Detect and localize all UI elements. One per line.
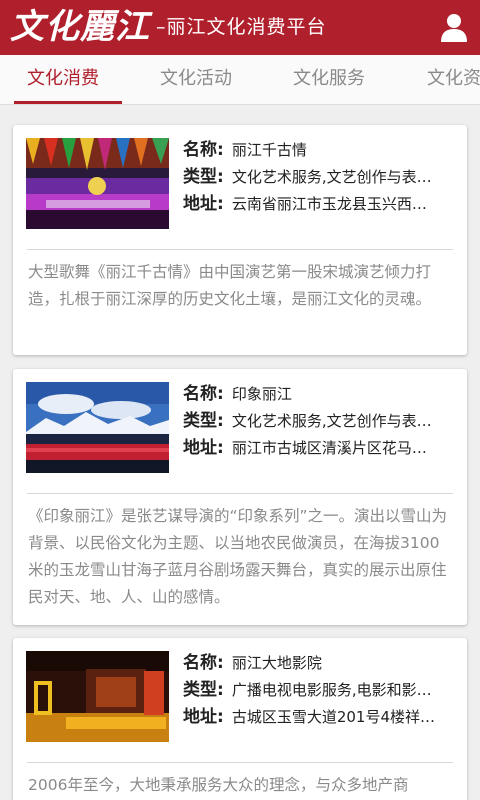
venue-address: 丽江市古城区清溪片区花马… [231,439,427,457]
app-logo: 文化麗江 [10,7,150,47]
venue-info: 名称: 丽江千古情 类型: 文化艺术服务,文艺创作与表… 地址: 云南省丽江市玉… [183,137,453,218]
card-divider [27,249,453,250]
venue-name-row: 名称: 丽江大地影院 [183,650,453,677]
card-divider [27,762,453,763]
venue-description: 《印象丽江》是张艺谋导演的“印象系列”之一。演出以雪山为背景、以民俗文化为主题、… [28,507,448,606]
card-divider [27,493,453,494]
address-label: 地址: [183,707,224,727]
venue-info: 名称: 印象丽江 类型: 文化艺术服务,文艺创作与表… 地址: 丽江市古城区清溪… [183,381,453,462]
venue-description: 2006年至今，大地秉承服务大众的理念，与众多地产商 [28,776,409,794]
venue-address-row: 地址: 云南省丽江市玉龙县玉兴西… [183,191,453,218]
venue-type-row: 类型: 广播电视电影服务,电影和影… [183,677,453,704]
venue-name-row: 名称: 印象丽江 [183,381,453,408]
tab-culture-consumption[interactable]: 文化消费 [27,55,99,104]
venue-info: 名称: 丽江大地影院 类型: 广播电视电影服务,电影和影… 地址: 古城区玉雪大… [183,650,453,731]
venue-address: 云南省丽江市玉龙县玉兴西… [231,195,427,213]
venue-address-row: 地址: 古城区玉雪大道201号4楼祥… [183,704,453,731]
name-label: 名称: [183,140,224,160]
venue-name: 印象丽江 [231,385,292,403]
venue-type: 文化艺术服务,文艺创作与表… [231,412,432,430]
address-label: 地址: [183,438,224,458]
venue-address-row: 地址: 丽江市古城区清溪片区花马… [183,435,453,462]
type-label: 类型: [183,411,224,431]
app-header: 文化麗江 –丽江文化消费平台 [0,0,480,55]
venue-type: 文化艺术服务,文艺创作与表… [231,168,432,186]
type-label: 类型: [183,167,224,187]
venue-card[interactable]: 名称: 丽江千古情 类型: 文化艺术服务,文艺创作与表… 地址: 云南省丽江市玉… [13,125,467,355]
venue-type-row: 类型: 文化艺术服务,文艺创作与表… [183,408,453,435]
venue-address: 古城区玉雪大道201号4楼祥… [231,708,435,726]
user-icon[interactable] [438,11,470,43]
category-tabs: 文化消费 文化活动 文化服务 文化资 [0,55,480,105]
venue-name: 丽江千古情 [231,141,307,159]
tab-culture-activities[interactable]: 文化活动 [160,55,232,104]
name-label: 名称: [183,653,224,673]
tab-culture-resources[interactable]: 文化资 [427,55,480,104]
tab-culture-services[interactable]: 文化服务 [293,55,365,104]
venue-description: 大型歌舞《丽江千古情》由中国演艺第一股宋城演艺倾力打造，扎根于丽江深厚的历史文化… [28,263,432,308]
type-label: 类型: [183,680,224,700]
venue-thumbnail [26,382,169,473]
venue-name: 丽江大地影院 [231,654,322,672]
venue-thumbnail [26,651,169,742]
app-subtitle: –丽江文化消费平台 [156,16,327,38]
venue-name-row: 名称: 丽江千古情 [183,137,453,164]
venue-type: 广播电视电影服务,电影和影… [231,681,432,699]
venue-thumbnail [26,138,169,229]
venue-card[interactable]: 名称: 印象丽江 类型: 文化艺术服务,文艺创作与表… 地址: 丽江市古城区清溪… [13,369,467,625]
address-label: 地址: [183,194,224,214]
venue-card[interactable]: 名称: 丽江大地影院 类型: 广播电视电影服务,电影和影… 地址: 古城区玉雪大… [13,638,467,800]
name-label: 名称: [183,384,224,404]
active-tab-indicator [14,101,122,104]
venue-type-row: 类型: 文化艺术服务,文艺创作与表… [183,164,453,191]
